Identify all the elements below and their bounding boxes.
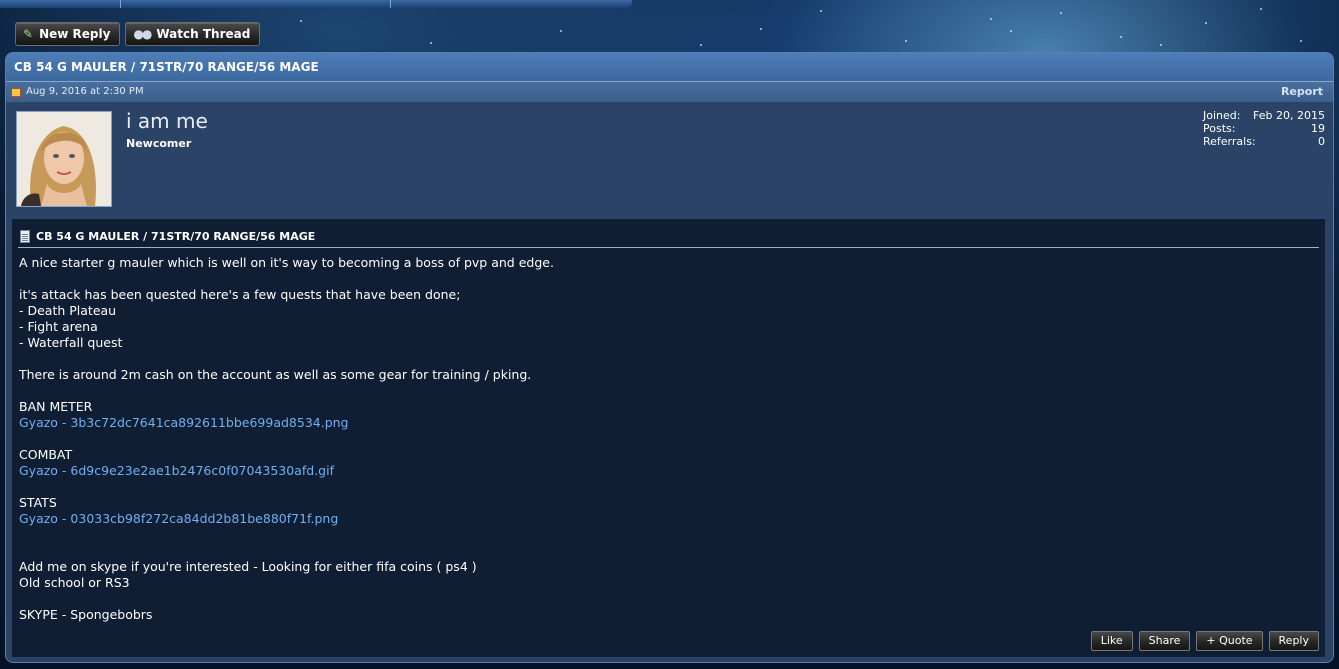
- thread-toolbar: ✎ New Reply ●● Watch Thread: [15, 22, 261, 46]
- top-navigation-strip: [0, 0, 632, 8]
- new-reply-label: New Reply: [39, 27, 111, 41]
- avatar[interactable]: [16, 111, 112, 207]
- quote-button[interactable]: + Quote: [1196, 631, 1263, 651]
- message-line: Old school or RS3: [19, 575, 130, 590]
- message-line: [19, 543, 1325, 559]
- stat-value: 19: [1311, 122, 1325, 135]
- thread-title: CB 54 G MAULER / 71STR/70 RANGE/56 MAGE: [6, 53, 1333, 82]
- stat-label: Posts:: [1203, 122, 1236, 135]
- message-line: it's attack has been quested here's a fe…: [19, 287, 461, 302]
- message-title-row: CB 54 G MAULER / 71STR/70 RANGE/56 MAGE: [18, 225, 1319, 248]
- post-user-info: i am me Newcomer Joined: Feb 20, 2015 Po…: [6, 103, 1333, 221]
- post-actions: Like Share + Quote Reply: [1090, 631, 1319, 651]
- stat-label: Referrals:: [1203, 135, 1256, 148]
- message-line: [19, 383, 1325, 399]
- report-link[interactable]: Report: [1281, 82, 1323, 102]
- share-button[interactable]: Share: [1138, 631, 1191, 651]
- username[interactable]: i am me: [126, 109, 208, 133]
- message-line: [19, 527, 1325, 543]
- message-line: STATS: [19, 495, 57, 510]
- reply-button[interactable]: Reply: [1268, 631, 1319, 651]
- message-title: CB 54 G MAULER / 71STR/70 RANGE/56 MAGE: [36, 229, 316, 243]
- thread-panel: CB 54 G MAULER / 71STR/70 RANGE/56 MAGE …: [5, 52, 1334, 663]
- message-line: [19, 271, 1325, 287]
- message-line: SKYPE - Spongebobrs: [19, 607, 153, 622]
- message-link[interactable]: Gyazo - 3b3c72dc7641ca892611bbe699ad8534…: [19, 415, 1325, 431]
- stat-value: Feb 20, 2015: [1253, 109, 1325, 122]
- message-line: There is around 2m cash on the account a…: [19, 367, 532, 382]
- message-link[interactable]: Gyazo - 6d9c9e23e2ae1b2476c0f07043530afd…: [19, 463, 1325, 479]
- message-line: Add me on skype if you're interested - L…: [19, 559, 477, 574]
- message-line: COMBAT: [19, 447, 73, 462]
- message-line: [19, 431, 1325, 447]
- message-line: - Fight arena: [19, 319, 98, 334]
- stat-posts: Posts: 19: [1203, 122, 1325, 135]
- user-stats: Joined: Feb 20, 2015 Posts: 19 Referrals…: [1203, 109, 1325, 148]
- reply-icon: ✎: [23, 27, 34, 41]
- post-meta-bar: Aug 9, 2016 at 2:30 PM Report: [6, 82, 1333, 103]
- binoculars-icon: ●●: [133, 27, 152, 41]
- message-line: [19, 351, 1325, 367]
- message-body: A nice starter g mauler which is well on…: [12, 248, 1325, 623]
- message-line: [19, 479, 1325, 495]
- post-icon: [11, 87, 21, 97]
- message-line: - Waterfall quest: [19, 335, 123, 350]
- message-link[interactable]: Gyazo - 03033cb98f272ca84dd2b81be880f71f…: [19, 511, 1325, 527]
- stat-value: 0: [1318, 135, 1325, 148]
- watch-thread-button[interactable]: ●● Watch Thread: [125, 22, 261, 46]
- message-line: [19, 591, 1325, 607]
- post-message: CB 54 G MAULER / 71STR/70 RANGE/56 MAGE …: [12, 219, 1325, 657]
- post-date: Aug 9, 2016 at 2:30 PM: [26, 86, 144, 97]
- like-button[interactable]: Like: [1090, 631, 1133, 651]
- document-icon: [20, 229, 30, 243]
- new-reply-button[interactable]: ✎ New Reply: [15, 22, 121, 46]
- stat-referrals: Referrals: 0: [1203, 135, 1325, 148]
- stat-joined: Joined: Feb 20, 2015: [1203, 109, 1325, 122]
- stat-label: Joined:: [1203, 109, 1241, 122]
- user-title: Newcomer: [126, 137, 192, 150]
- message-line: - Death Plateau: [19, 303, 117, 318]
- watch-thread-label: Watch Thread: [156, 27, 251, 41]
- message-line: BAN METER: [19, 399, 93, 414]
- message-line: A nice starter g mauler which is well on…: [19, 255, 554, 270]
